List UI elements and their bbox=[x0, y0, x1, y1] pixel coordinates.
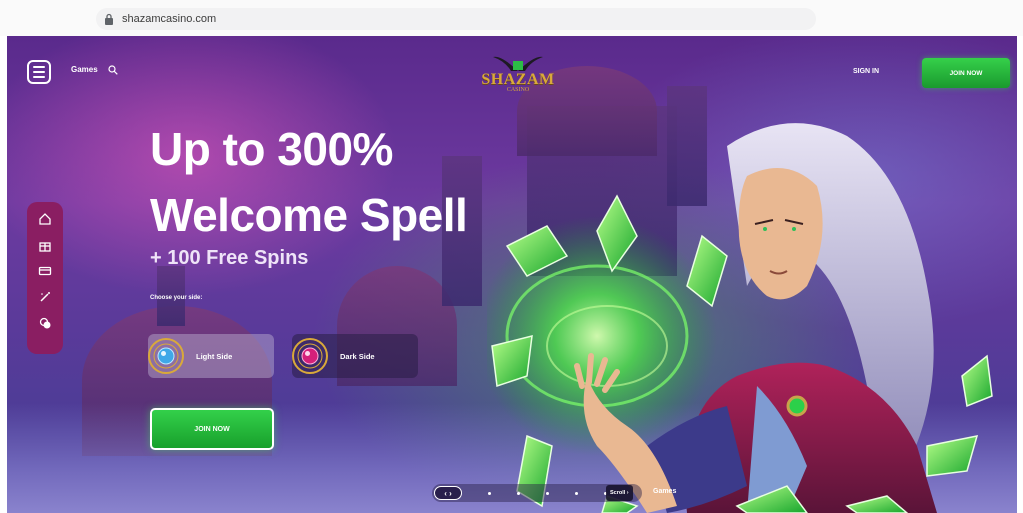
menu-icon[interactable] bbox=[27, 60, 51, 84]
choose-side-label: Choose your side: bbox=[150, 295, 203, 301]
magic-wand-icon[interactable] bbox=[38, 290, 52, 304]
light-orb-icon bbox=[148, 338, 184, 374]
light-side-option[interactable]: Light Side bbox=[148, 334, 274, 378]
scroll-button[interactable]: Scroll › bbox=[606, 485, 633, 501]
casino-page: Games SHAZAM CASINO SIGN IN JOIN NOW Up … bbox=[7, 36, 1017, 513]
logo-wings-graphic bbox=[493, 56, 543, 71]
home-icon[interactable] bbox=[38, 212, 52, 226]
browser-address-bar: shazamcasino.com bbox=[0, 0, 1023, 36]
wizard-character-art bbox=[487, 123, 993, 513]
search-icon[interactable] bbox=[108, 65, 118, 75]
headline-line-2: Welcome Spell bbox=[150, 189, 468, 241]
gift-icon[interactable] bbox=[38, 238, 52, 252]
carousel-dot[interactable] bbox=[575, 491, 578, 495]
headline-line-1: Up to 300% bbox=[150, 123, 393, 175]
side-quick-nav bbox=[27, 202, 63, 354]
lock-icon bbox=[105, 13, 113, 25]
carousel-dot[interactable] bbox=[546, 491, 549, 495]
games-nav-link[interactable]: Games bbox=[71, 65, 98, 74]
url-text: shazamcasino.com bbox=[122, 13, 217, 25]
sign-in-link[interactable]: SIGN IN bbox=[853, 68, 879, 75]
dark-orb-icon bbox=[292, 338, 328, 374]
shazam-casino-logo[interactable]: SHAZAM CASINO bbox=[473, 53, 563, 97]
carousel-dot[interactable] bbox=[488, 491, 491, 495]
chips-icon[interactable] bbox=[38, 316, 52, 330]
join-now-hero-button[interactable]: JOIN NOW bbox=[150, 408, 274, 450]
cards-icon[interactable] bbox=[38, 264, 52, 278]
url-field[interactable]: shazamcasino.com bbox=[96, 8, 816, 30]
dark-side-label: Dark Side bbox=[340, 351, 375, 361]
free-spins-subhead: + 100 Free Spins bbox=[150, 247, 309, 269]
light-side-label: Light Side bbox=[196, 351, 233, 361]
carousel-dot[interactable] bbox=[517, 491, 520, 495]
dark-side-option[interactable]: Dark Side bbox=[292, 334, 418, 378]
games-section-link[interactable]: Games bbox=[653, 488, 676, 495]
join-now-header-button[interactable]: JOIN NOW bbox=[922, 58, 1010, 88]
hero-headline: Up to 300% Welcome Spell bbox=[150, 116, 468, 248]
carousel-arrows[interactable]: ‹ › bbox=[434, 486, 462, 500]
